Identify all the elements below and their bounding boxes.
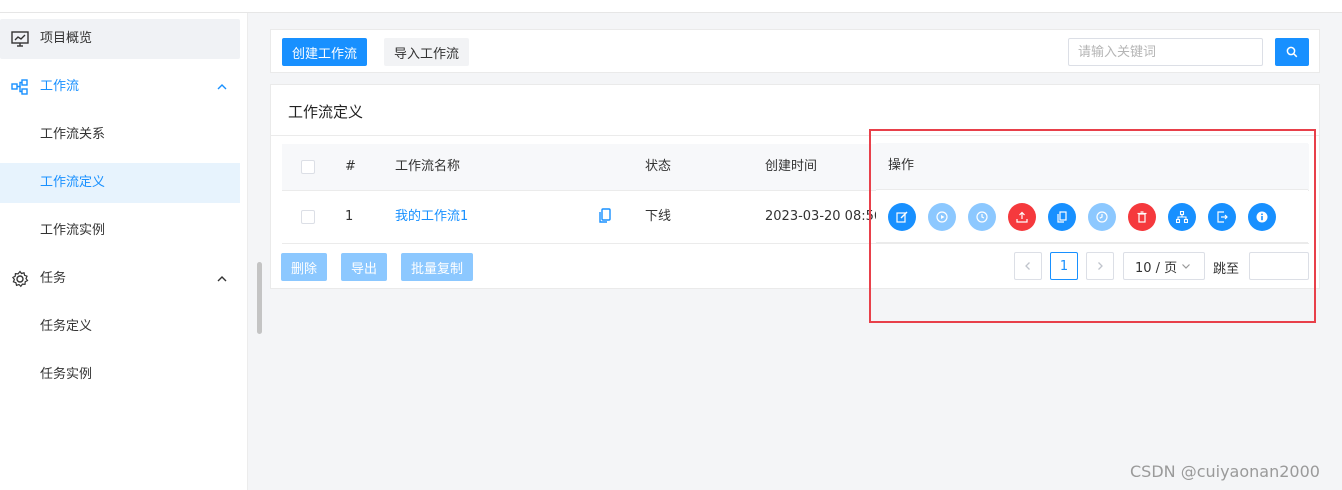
export-workflow-button[interactable] [1208,203,1236,231]
export-icon [1217,211,1228,223]
import-workflow-button[interactable]: 导入工作流 [384,38,470,66]
select-all-checkbox[interactable] [301,160,315,174]
search-button[interactable] [1275,38,1309,66]
row-status: 下线 [645,209,672,224]
clock-icon [976,211,988,223]
next-page-button[interactable] [1086,252,1114,280]
copy-icon [1057,211,1067,223]
upload-icon [1016,211,1028,223]
sidebar-item-project-overview[interactable]: 项目概览 [0,19,240,59]
column-header-actions: 操作 [888,158,915,173]
chevron-right-icon [1098,262,1103,270]
divider [271,135,1319,136]
chart-icon [11,31,29,47]
tree-view-button[interactable] [1168,203,1196,231]
play-icon [936,211,948,223]
timer-icon [1096,211,1108,223]
sidebar-item-label: 工作流定义 [40,175,106,190]
page-size-select[interactable]: 10 / 页 [1123,252,1205,280]
search-input[interactable] [1068,38,1263,66]
run-button[interactable] [928,203,956,231]
schedule-button[interactable] [968,203,996,231]
jump-page-input[interactable] [1249,252,1309,280]
sidebar-item-task-instance[interactable]: 任务实例 [0,355,240,395]
sidebar-item-task-definition[interactable]: 任务定义 [0,307,240,347]
create-workflow-button[interactable]: 创建工作流 [282,38,368,66]
info-button[interactable] [1248,203,1276,231]
chevron-up-icon [217,84,227,90]
delete-workflow-button[interactable] [1128,203,1156,231]
sidebar-item-workflow-instance[interactable]: 工作流实例 [0,211,240,251]
flow-icon [11,79,28,95]
batch-copy-button[interactable]: 批量复制 [401,253,474,281]
sidebar-item-label: 工作流关系 [40,127,106,142]
top-header-bar [0,0,1342,13]
sidebar-item-workflow-relation[interactable]: 工作流关系 [0,115,240,155]
delete-button[interactable]: 删除 [281,253,328,281]
gear-icon [11,270,29,288]
search-icon [1286,46,1298,58]
sidebar-item-label: 任务实例 [40,367,93,382]
export-button[interactable]: 导出 [341,253,388,281]
edit-button[interactable] [888,203,916,231]
row-created-time: 2023-03-20 08:56 [765,209,877,224]
row-checkbox[interactable] [301,210,315,224]
column-header-index: # [345,159,356,174]
watermark: CSDN @cuiyaonan2000 [1130,462,1320,481]
sidebar-item-task[interactable]: 任务 [0,259,240,299]
operations-row [876,190,1308,243]
operations-column: 操作 [876,143,1308,243]
row-index: 1 [345,209,354,224]
column-header-name: 工作流名称 [395,159,461,174]
sidebar-item-workflow[interactable]: 工作流 [0,67,240,107]
copy-workflow-button[interactable] [1048,203,1076,231]
panel-title: 工作流定义 [288,103,364,121]
chevron-up-icon [217,276,227,282]
sidebar-item-label: 任务定义 [40,319,93,334]
copy-icon[interactable] [598,208,612,224]
workflow-name-link[interactable]: 我的工作流1 [395,209,468,225]
sidebar-item-label: 任务 [40,271,67,286]
row-created-time-cell: 2023-03-20 08:56 [765,209,877,225]
jump-label: 跳至 [1213,262,1240,277]
chevron-left-icon [1025,262,1030,270]
page-number-button[interactable]: 1 [1050,252,1078,280]
sidebar: 项目概览 工作流 工作流关系 工作流定义 工作流实例 任务 任务定义 任务实例 [0,13,248,490]
info-icon [1256,211,1268,223]
delete-icon [1137,211,1147,223]
toolbar: 创建工作流 导入工作流 [270,29,1320,73]
publish-button[interactable] [1008,203,1036,231]
timing-button[interactable] [1088,203,1116,231]
sidebar-item-label: 工作流实例 [40,223,106,238]
sidebar-item-label: 项目概览 [40,31,93,46]
page-size-value: 10 / 页 [1135,260,1178,276]
sidebar-item-workflow-definition[interactable]: 工作流定义 [0,163,240,203]
prev-page-button[interactable] [1014,252,1042,280]
column-header-created: 创建时间 [765,159,818,174]
edit-icon [896,211,908,223]
operations-header: 操作 [876,143,1308,190]
chevron-down-icon [1182,264,1191,269]
sidebar-item-label: 工作流 [40,79,80,94]
tree-icon [1176,211,1188,223]
column-header-status: 状态 [645,159,672,174]
scrollbar-thumb[interactable] [257,262,262,334]
